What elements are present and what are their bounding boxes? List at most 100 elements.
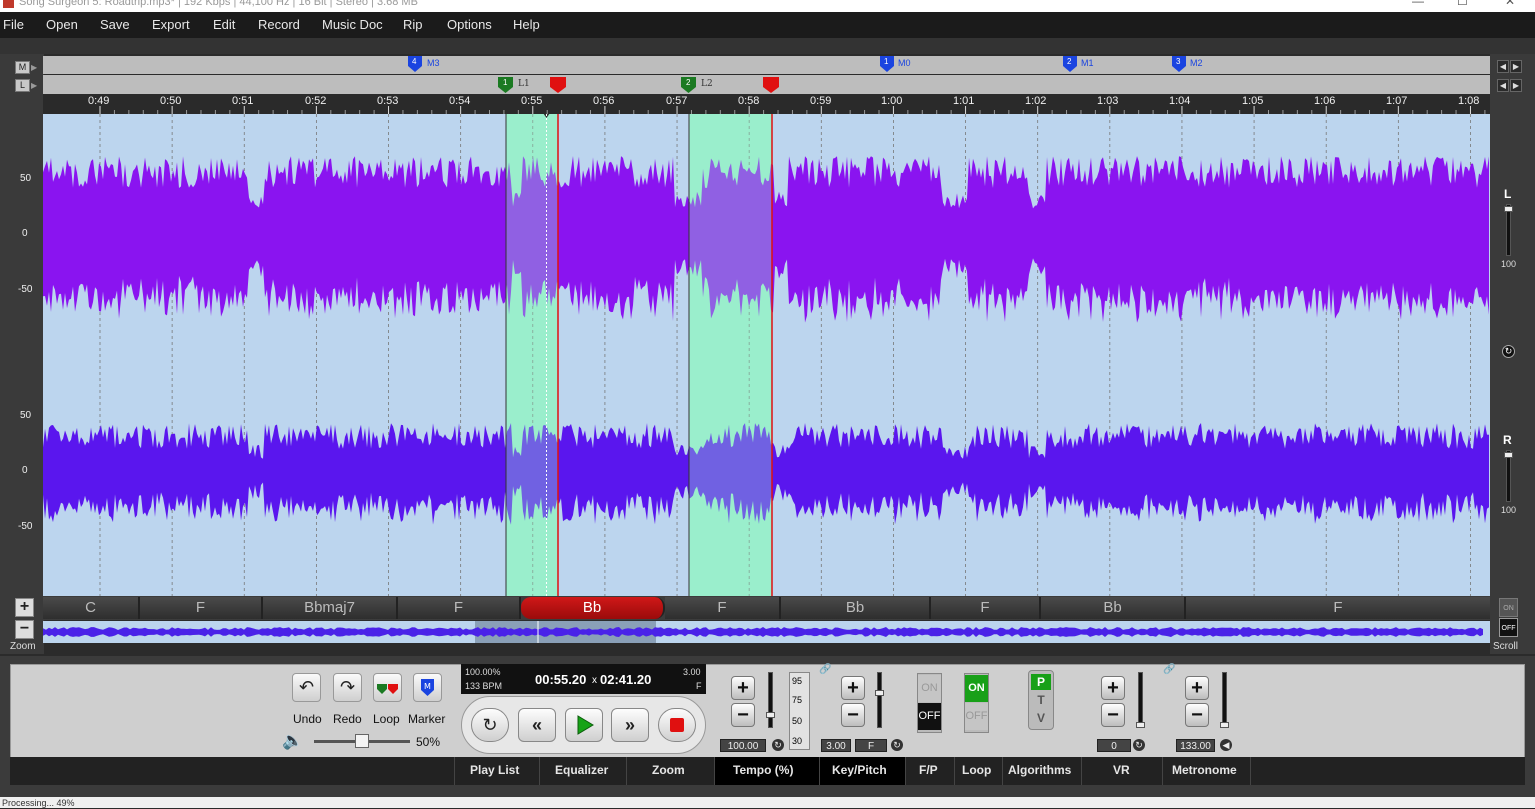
tab-fp[interactable]: F/P (919, 763, 938, 777)
menu-help[interactable]: Help (513, 17, 540, 32)
tempo-slider[interactable] (768, 672, 773, 728)
metronome-plus-button[interactable]: + (1185, 676, 1209, 700)
undo-button[interactable]: ↶ (292, 673, 321, 702)
marker-next-icon[interactable]: ▶ (1510, 60, 1522, 73)
pitch-value[interactable]: 3.00 (821, 739, 851, 752)
vr-slider-thumb[interactable] (1136, 722, 1145, 728)
menu-file[interactable]: File (3, 17, 24, 32)
tempo-plus-button[interactable]: + (731, 676, 755, 700)
marker-m1[interactable]: 2 M1 (1063, 56, 1094, 77)
algorithm-selector[interactable]: P T V (1028, 670, 1054, 730)
tempo-preset[interactable]: 30 (792, 736, 802, 746)
chord-block[interactable]: Bbmaj7 (263, 597, 398, 619)
menu-edit[interactable]: Edit (213, 17, 235, 32)
rewind-button[interactable]: « (518, 708, 556, 742)
menu-music-doc[interactable]: Music Doc (322, 17, 383, 32)
tab-vr[interactable]: VR (1113, 763, 1130, 777)
tempo-slider-thumb[interactable] (766, 712, 775, 718)
tempo-preset[interactable]: 75 (792, 695, 802, 705)
loop-toggle[interactable]: ON OFF (964, 673, 989, 733)
loop-next-icon[interactable]: ▶ (1510, 79, 1522, 92)
link-icon[interactable]: 🔗 (1163, 664, 1175, 675)
maximize-button[interactable]: ☐ (1457, 0, 1468, 8)
menu-options[interactable]: Options (447, 17, 492, 32)
pitch-plus-button[interactable]: + (841, 676, 865, 700)
tab-play-list[interactable]: Play List (470, 763, 519, 777)
link-icon[interactable]: 🔗 (819, 664, 831, 675)
chord-block[interactable]: F (140, 597, 263, 619)
menu-save[interactable]: Save (100, 17, 130, 32)
fp-toggle[interactable]: ON OFF (917, 673, 942, 733)
tab-key-pitch[interactable]: Key/Pitch (832, 763, 887, 777)
loop-on[interactable]: ON (965, 675, 988, 702)
pitch-reset-icon[interactable]: ↻ (891, 739, 903, 751)
pitch-slider[interactable] (877, 672, 882, 728)
chord-block-active[interactable]: Bb (521, 597, 665, 619)
pitch-slider-thumb[interactable] (875, 690, 884, 696)
algorithm-v[interactable]: V (1031, 710, 1051, 726)
chord-block[interactable]: F (398, 597, 521, 619)
tempo-value[interactable]: 100.00 (720, 739, 766, 752)
pitch-minus-button[interactable]: − (841, 703, 865, 727)
tab-metronome[interactable]: Metronome (1172, 763, 1237, 777)
tempo-reset-icon[interactable]: ↻ (772, 739, 784, 751)
tempo-preset[interactable]: 50 (792, 716, 802, 726)
waveform-view[interactable] (43, 114, 1490, 596)
vr-reset-icon[interactable]: ↻ (1133, 739, 1145, 751)
vr-plus-button[interactable]: + (1101, 676, 1125, 700)
fast-forward-button[interactable]: » (611, 708, 649, 742)
loop-button[interactable] (373, 673, 402, 702)
balance-reset-icon[interactable]: ↻ (1502, 345, 1515, 358)
marker-m3[interactable]: 4 M3 (408, 56, 440, 77)
marker-m0[interactable]: 1 M0 (880, 56, 911, 77)
algorithm-p[interactable]: P (1031, 674, 1051, 690)
chord-block[interactable]: F (931, 597, 1041, 619)
marker-lane[interactable] (43, 56, 1490, 74)
loop-lane-button[interactable]: L (15, 79, 30, 92)
menu-record[interactable]: Record (258, 17, 300, 32)
tab-tempo[interactable]: Tempo (%) (733, 763, 793, 777)
scroll-on-toggle[interactable]: ON (1499, 598, 1518, 617)
zoom-out-button[interactable]: − (15, 620, 34, 639)
marker-prev-icon[interactable]: ◀ (1497, 60, 1509, 73)
algorithm-t[interactable]: T (1031, 692, 1051, 708)
chord-block[interactable]: Bb (781, 597, 931, 619)
redo-button[interactable]: ↷ (333, 673, 362, 702)
vr-value[interactable]: 0 (1097, 739, 1131, 752)
vr-minus-button[interactable]: − (1101, 703, 1125, 727)
overview-strip[interactable] (43, 621, 1490, 643)
zoom-in-button[interactable]: + (15, 598, 34, 617)
volume-thumb[interactable] (355, 734, 369, 748)
stop-button[interactable] (658, 708, 696, 742)
key-value[interactable]: F (855, 739, 887, 752)
time-ruler[interactable] (43, 94, 1490, 114)
marker-button[interactable]: M (413, 673, 442, 702)
close-button[interactable]: ✕ (1505, 0, 1515, 8)
play-button[interactable] (565, 708, 603, 742)
scroll-off-toggle[interactable]: OFF (1499, 618, 1518, 637)
metronome-sound-icon[interactable]: ◀ (1220, 739, 1232, 751)
loop-off[interactable]: OFF (965, 703, 988, 730)
tempo-minus-button[interactable]: − (731, 703, 755, 727)
marker-m2[interactable]: 3 M2 (1172, 56, 1203, 77)
tempo-preset[interactable]: 95 (792, 676, 802, 686)
metronome-value[interactable]: 133.00 (1176, 739, 1215, 752)
metronome-slider-thumb[interactable] (1220, 722, 1229, 728)
chord-block[interactable]: Bb (1041, 597, 1186, 619)
menu-open[interactable]: Open (46, 17, 78, 32)
right-channel-thumb[interactable] (1504, 452, 1513, 458)
chord-block[interactable]: F (1186, 597, 1490, 619)
chord-block[interactable]: C (43, 597, 140, 619)
vr-slider[interactable] (1138, 672, 1143, 728)
rewind-to-start-button[interactable]: ↻ (471, 708, 509, 742)
fp-on[interactable]: ON (918, 675, 941, 702)
metronome-slider[interactable] (1222, 672, 1227, 728)
tab-loop[interactable]: Loop (962, 763, 991, 777)
left-channel-thumb[interactable] (1504, 206, 1513, 212)
fp-off[interactable]: OFF (918, 703, 941, 730)
tab-zoom[interactable]: Zoom (652, 763, 685, 777)
metronome-minus-button[interactable]: − (1185, 703, 1209, 727)
menu-rip[interactable]: Rip (403, 17, 423, 32)
tab-algorithms[interactable]: Algorithms (1008, 763, 1071, 777)
marker-lane-button[interactable]: M (15, 61, 30, 74)
